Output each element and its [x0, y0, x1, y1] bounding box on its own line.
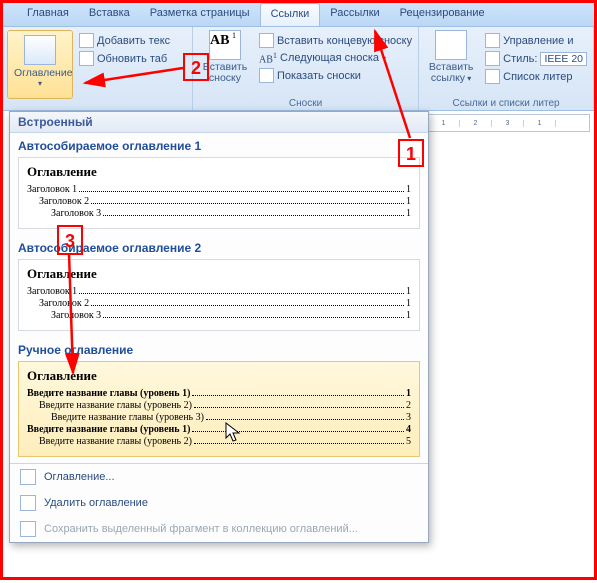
tab-review[interactable]: Рецензирование [390, 3, 495, 26]
chevron-down-icon: ▾ [14, 79, 66, 88]
insert-citation-button[interactable]: Вставитьссылку ▾ [423, 30, 479, 85]
bibliography-button[interactable]: Список литер [483, 68, 589, 85]
citations-group-label: Ссылки и списки литер [419, 98, 593, 109]
tab-insert[interactable]: Вставка [79, 3, 140, 26]
style-icon [485, 51, 500, 66]
citation-style-select[interactable]: Стиль: IEEE 20 [483, 50, 589, 67]
toc-heading: Оглавление [27, 368, 411, 384]
toc-label: Оглавление [14, 67, 66, 79]
save-selection-label: Сохранить выделенный фрагмент в коллекци… [44, 523, 358, 535]
save-toc-selection: Сохранить выделенный фрагмент в коллекци… [10, 516, 428, 542]
ribbon: Оглавление ▾ Добавить текс Обновить таб … [3, 27, 594, 111]
update-table-button[interactable]: Обновить таб [77, 50, 172, 67]
tab-mailings[interactable]: Рассылки [320, 3, 389, 26]
manual-toc-preview[interactable]: Оглавление Введите название главы (урове… [18, 361, 420, 457]
bibliography-icon [485, 69, 500, 84]
save-gallery-icon [20, 521, 36, 537]
update-table-label: Обновить таб [97, 53, 167, 65]
tab-references[interactable]: Ссылки [260, 3, 321, 26]
tab-page-layout[interactable]: Разметка страницы [140, 3, 260, 26]
chevron-down-icon: ▾ [382, 54, 386, 63]
toc-gallery: Встроенный Автособираемое оглавление 1 О… [9, 111, 429, 543]
style-label: Стиль: [503, 53, 537, 65]
endnote-icon [259, 33, 274, 48]
bibliography-label: Список литер [503, 71, 572, 83]
manage-sources-icon [485, 33, 500, 48]
horizontal-ruler: 1 2 3 1 [427, 114, 590, 132]
toc-button[interactable]: Оглавление ▾ [7, 30, 73, 99]
auto-toc-2-preview[interactable]: Оглавление Заголовок 11 Заголовок 21 Заг… [18, 259, 420, 331]
manual-toc-title: Ручное оглавление [10, 337, 428, 359]
insert-endnote-button[interactable]: Вставить концевую сноску [257, 32, 414, 49]
next-footnote-label: Следующая сноска [280, 52, 379, 64]
add-text-label: Добавить текс [97, 35, 170, 47]
mouse-cursor-icon [225, 422, 243, 444]
callout-3: 3 [57, 225, 83, 255]
gallery-builtin-header: Встроенный [10, 112, 428, 133]
tab-home[interactable]: Главная [17, 3, 79, 26]
next-footnote-icon: AB1 [259, 51, 277, 65]
insert-endnote-label: Вставить концевую сноску [277, 35, 412, 47]
show-notes-label: Показать сноски [277, 70, 361, 82]
toc-dialog-icon [20, 469, 36, 485]
callout-1: 1 [398, 139, 424, 167]
show-notes-button[interactable]: Показать сноски [257, 67, 414, 84]
footnotes-group-label: Сноски [193, 98, 418, 109]
citation-icon [435, 30, 467, 60]
insert-toc-label: Оглавление... [44, 471, 115, 483]
style-value: IEEE 20 [540, 52, 587, 66]
show-notes-icon [259, 68, 274, 83]
remove-toc[interactable]: Удалить оглавление [10, 490, 428, 516]
toc-icon [24, 35, 56, 65]
add-text-icon [79, 33, 94, 48]
footnote-icon: AB1 [209, 30, 241, 60]
auto-toc-1-preview[interactable]: Оглавление Заголовок 11 Заголовок 21 Заг… [18, 157, 420, 229]
toc-heading: Оглавление [27, 164, 411, 180]
manage-sources-button[interactable]: Управление и [483, 32, 589, 49]
auto-toc-1-title: Автособираемое оглавление 1 [10, 133, 428, 155]
insert-toc-dialog[interactable]: Оглавление... [10, 464, 428, 490]
remove-toc-icon [20, 495, 36, 511]
callout-2: 2 [183, 53, 209, 81]
remove-toc-label: Удалить оглавление [44, 497, 148, 509]
manage-sources-label: Управление и [503, 35, 573, 47]
add-text-button[interactable]: Добавить текс [77, 32, 172, 49]
toc-heading: Оглавление [27, 266, 411, 282]
refresh-icon [79, 51, 94, 66]
ribbon-tabs: Главная Вставка Разметка страницы Ссылки… [3, 3, 594, 27]
next-footnote-button[interactable]: AB1 Следующая сноска ▾ [257, 50, 414, 66]
